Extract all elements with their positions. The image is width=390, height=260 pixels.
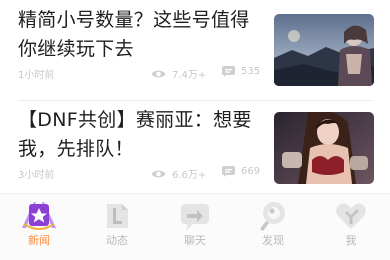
tab-label: 发现 <box>262 234 284 247</box>
tab-chat[interactable]: 聊天 <box>156 194 234 260</box>
chat-icon <box>181 204 209 231</box>
views-count: 7.4万+ <box>172 70 207 81</box>
news-thumbnail[interactable] <box>274 14 374 86</box>
profile-icon <box>336 203 366 229</box>
tab-label: 动态 <box>106 234 128 247</box>
tab-discover[interactable]: 发现 <box>234 194 312 260</box>
comments-count: 669 <box>241 166 261 177</box>
tab-label: 新闻 <box>28 234 50 247</box>
eye-icon <box>151 70 166 77</box>
eye-icon <box>151 170 166 177</box>
news-time: 3小时前 <box>18 170 55 181</box>
news-card[interactable]: 精简小号数量？这些号值得你继续玩下去 1小时前 7.4万+ 535 <box>0 0 390 100</box>
news-thumbnail[interactable] <box>274 112 374 184</box>
comment-icon <box>222 66 235 77</box>
tab-activity[interactable]: 动态 <box>78 194 156 260</box>
news-views: 7.4万+ <box>151 66 206 81</box>
comments-count: 535 <box>241 66 261 77</box>
news-title[interactable]: 精简小号数量？这些号值得你继续玩下去 <box>18 6 263 64</box>
news-title[interactable]: 【DNF共创】赛丽亚：想要我，先排队！ <box>18 106 263 164</box>
tab-news[interactable]: 新闻 <box>0 194 78 260</box>
tab-label: 我 <box>345 234 357 247</box>
tab-label: 聊天 <box>184 234 206 247</box>
news-icon <box>22 202 56 230</box>
discover-icon <box>260 202 285 231</box>
news-card[interactable]: 【DNF共创】赛丽亚：想要我，先排队！ 3小时前 6.6万+ 669 <box>0 100 390 200</box>
news-comments: 669 <box>222 166 260 177</box>
bottom-tab-bar: 新闻 动态 聊天 发现 我 <box>0 193 390 260</box>
news-comments: 535 <box>222 66 260 77</box>
news-time: 1小时前 <box>18 70 55 81</box>
activity-icon <box>107 204 128 228</box>
comment-icon <box>222 166 235 177</box>
tab-profile[interactable]: 我 <box>312 194 390 260</box>
news-views: 6.6万+ <box>151 166 206 181</box>
views-count: 6.6万+ <box>172 170 207 181</box>
